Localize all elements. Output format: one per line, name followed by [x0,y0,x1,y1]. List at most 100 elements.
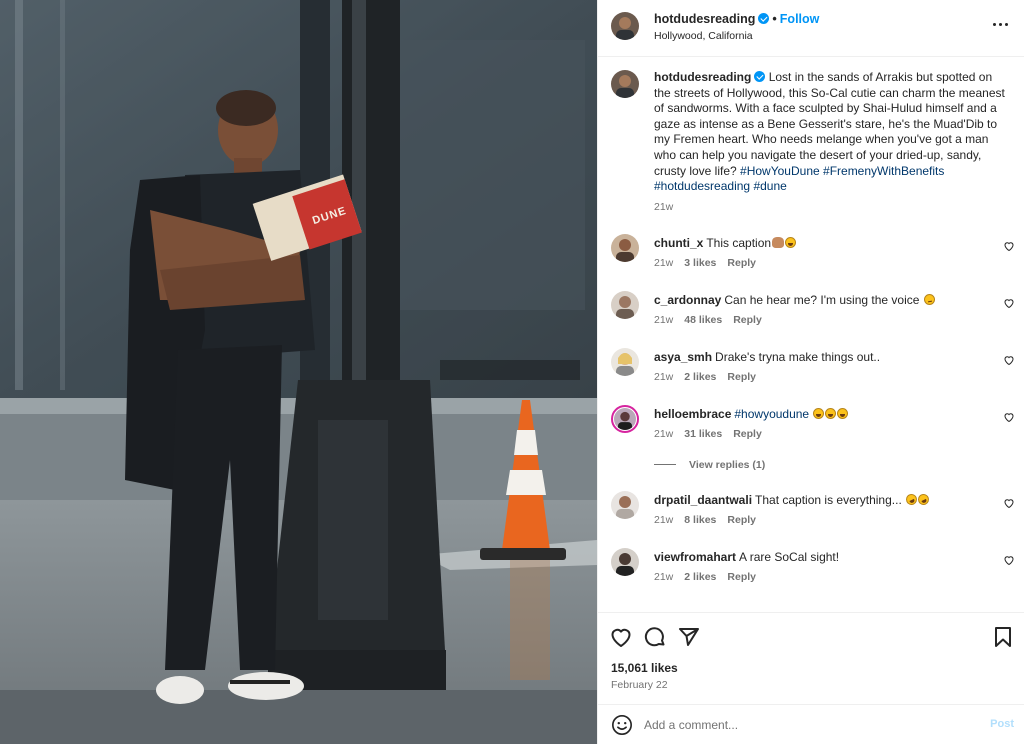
laughing-emoji-icon [825,408,837,419]
view-replies-label[interactable]: View replies (1) [689,459,765,471]
likes-count[interactable]: 15,061 likes [611,661,678,675]
header-line: hotdudesreading • Follow [654,12,819,26]
comment-likes[interactable]: 48 likes [684,314,722,326]
caption-username[interactable]: hotdudesreading [654,70,751,84]
comment-likes[interactable]: 8 likes [684,514,716,526]
comment-time[interactable]: 21w [654,314,673,326]
commenter-avatar[interactable] [611,348,639,376]
bookmark-save-icon[interactable] [991,625,1015,649]
hashtag[interactable]: #dune [753,179,786,193]
caption-text-block: hotdudesreading Lost in the sands of Arr… [654,70,1011,195]
heart-icon[interactable] [1003,297,1015,309]
post-date[interactable]: February 22 [611,679,668,691]
comment-time[interactable]: 21w [654,371,673,383]
post-sidebar: hotdudesreading • Follow Hollywood, Califo… [597,0,1024,744]
commenter-avatar[interactable] [611,491,639,519]
more-options-icon[interactable] [993,17,1011,33]
follow-button[interactable]: Follow [780,12,820,26]
emoji-picker-icon[interactable] [611,714,633,736]
comment-username[interactable]: asya_smh [654,350,712,364]
reply-button[interactable]: Reply [727,257,756,269]
comment-likes[interactable]: 2 likes [684,571,716,583]
comment-username[interactable]: helloembrace [654,407,731,421]
laughing-emoji-icon [837,408,849,419]
commenter-avatar-story[interactable] [611,405,639,433]
author-username[interactable]: hotdudesreading [654,12,755,26]
post-location[interactable]: Hollywood, California [654,30,753,42]
photo-illustration [0,0,597,744]
comment-likes[interactable]: 3 likes [684,257,716,269]
comment-username[interactable]: viewfromahart [654,550,736,564]
reply-button[interactable]: Reply [733,314,762,326]
comment-text: That caption is everything... [755,493,902,507]
comment-meta: 21w 48 likes Reply [654,314,773,326]
comment-line: c_ardonnay Can he hear me? I'm using the … [654,293,935,307]
comment-item: chunti_x This caption 21w 3 likes Reply [611,234,1015,284]
reply-button[interactable]: Reply [727,371,756,383]
heart-icon[interactable] [1003,497,1015,509]
commenter-avatar[interactable] [611,291,639,319]
comment-composer: Post [598,704,1024,744]
comment-username[interactable]: c_ardonnay [654,293,721,307]
comment-item: c_ardonnay Can he hear me? I'm using the … [611,291,1015,341]
comment-line: drpatil_daantwali That caption is everyth… [654,492,931,507]
post-action-bar: 15,061 likes February 22 [598,612,1024,704]
post-photo[interactable]: DUNE [0,0,597,744]
comment-time[interactable]: 21w [654,571,673,583]
comment-item: helloembrace #howyoudune 21w 31 likes Reply [611,405,1015,455]
comment-likes[interactable]: 31 likes [684,428,722,440]
comment-meta: 21w 2 likes Reply [654,371,767,383]
comment-username[interactable]: drpatil_daantwali [654,493,752,507]
comment-meta: 21w 3 likes Reply [654,257,767,269]
comment-item: viewfromahart A rare SoCal sight! 21w 2 li… [611,548,1015,598]
view-replies-button[interactable]: View replies (1) [654,459,854,471]
comments-list[interactable]: hotdudesreading Lost in the sands of Arr… [598,58,1024,612]
comment-meta: 21w 2 likes Reply [654,571,767,583]
comment-text: This caption [706,236,772,250]
heart-icon[interactable] [1003,554,1015,566]
caption-text: Lost in the sands of Arrakis but spotted… [654,70,1005,178]
like-heart-icon[interactable] [609,625,633,649]
caption-timestamp[interactable]: 21w [654,201,1011,213]
comment-time[interactable]: 21w [654,428,673,440]
post-header: hotdudesreading • Follow Hollywood, Califo… [598,0,1024,57]
commenter-avatar[interactable] [611,548,639,576]
comment-hashtag[interactable]: #howyoudune [734,407,809,421]
comment-meta: 21w 8 likes Reply [654,514,767,526]
comment-line: helloembrace #howyoudune [654,407,849,421]
heart-icon[interactable] [1003,411,1015,423]
heart-icon[interactable] [1003,240,1015,252]
reply-button[interactable]: Reply [733,428,762,440]
rofl-emoji-icon [916,492,931,507]
post-comment-button[interactable]: Post [990,718,1014,730]
heart-icon[interactable] [1003,354,1015,366]
hashtag[interactable]: #FremenyWithBenefits [823,164,944,178]
reply-button[interactable]: Reply [727,571,756,583]
comment-bubble-icon[interactable] [643,625,667,649]
laughing-emoji-icon [785,237,797,248]
hashtag[interactable]: #hotdudesreading [654,179,750,193]
author-avatar[interactable] [611,12,639,40]
comment-item: drpatil_daantwali That caption is everyth… [611,491,1015,541]
comment-meta: 21w 31 likes Reply [654,428,773,440]
hashtag[interactable]: #HowYouDune [740,164,820,178]
comment-text: A rare SoCal sight! [739,550,840,564]
header-separator: • [772,12,777,26]
comment-line: viewfromahart A rare SoCal sight! [654,550,839,564]
replies-divider [654,464,676,465]
smirk-emoji-icon [923,294,935,305]
commenter-avatar[interactable] [611,234,639,262]
reply-button[interactable]: Reply [727,514,756,526]
comment-input[interactable] [644,714,964,736]
caption-author-avatar[interactable] [611,70,639,98]
comment-likes[interactable]: 2 likes [684,371,716,383]
comment-text: Can he hear me? I'm using the voice [724,293,920,307]
comment-time[interactable]: 21w [654,257,673,269]
comment-username[interactable]: chunti_x [654,236,703,250]
verified-badge-icon [754,71,766,82]
verified-badge-icon [758,13,770,24]
comment-time[interactable]: 21w [654,514,673,526]
comment-text: Drake's tryna make things out.. [715,350,881,364]
share-send-icon[interactable] [677,625,701,649]
hand-emoji-icon [772,237,785,248]
